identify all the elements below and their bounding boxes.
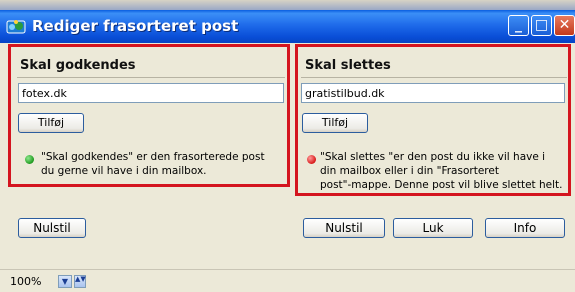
- delete-add-button[interactable]: Tilføj: [302, 113, 368, 133]
- close-icon: ✕: [558, 17, 571, 33]
- delete-status-icon: [307, 155, 316, 164]
- screen-top-strip: [0, 0, 575, 10]
- statusbar-divider: [0, 269, 575, 270]
- approve-domain-input[interactable]: fotex.dk: [18, 83, 284, 103]
- delete-description: "Skal slettes "er den post du ikke vil h…: [320, 150, 570, 192]
- zoom-value[interactable]: 100%: [8, 273, 58, 290]
- approve-description-line: "Skal godkendes" er den frasorterede pos…: [41, 151, 265, 163]
- dialog-window: Rediger frasorteret post _ □ ✕ Skal godk…: [0, 0, 575, 292]
- approve-heading: Skal godkendes: [20, 58, 136, 73]
- window-title: Rediger frasorteret post: [32, 17, 239, 35]
- info-button[interactable]: Info: [485, 218, 565, 238]
- zoom-control: 100% ▼ ▲▼: [8, 273, 96, 292]
- maximize-icon: □: [534, 17, 549, 33]
- close-button[interactable]: ✕: [554, 15, 575, 36]
- delete-description-line: "Skal slettes "er den post du ikke vil h…: [320, 151, 546, 163]
- zoom-spinner-icon[interactable]: ▲▼: [74, 275, 86, 288]
- delete-description-line: din mailbox eller i din "Frasorteret: [320, 165, 499, 177]
- zoom-dropdown-icon[interactable]: ▼: [58, 275, 72, 288]
- minimize-icon: _: [515, 17, 522, 33]
- delete-description-line: post"-mappe. Denne post vil blive slette…: [320, 179, 563, 191]
- delete-separator: [301, 77, 567, 78]
- close-dialog-button[interactable]: Luk: [393, 218, 473, 238]
- delete-heading: Skal slettes: [305, 58, 391, 73]
- approve-status-icon: [25, 155, 34, 164]
- delete-domain-input[interactable]: gratistilbud.dk: [301, 83, 565, 103]
- approve-separator: [17, 77, 285, 78]
- maximize-button[interactable]: □: [531, 15, 552, 36]
- approve-description: "Skal godkendes" er den frasorterede pos…: [41, 150, 286, 178]
- delete-reset-button[interactable]: Nulstil: [303, 218, 385, 238]
- approve-add-button[interactable]: Tilføj: [18, 113, 84, 133]
- approve-description-line: du gerne vil have i din mailbox.: [41, 165, 207, 177]
- approve-reset-button[interactable]: Nulstil: [18, 218, 86, 238]
- app-icon: [6, 20, 26, 34]
- minimize-button[interactable]: _: [508, 15, 529, 36]
